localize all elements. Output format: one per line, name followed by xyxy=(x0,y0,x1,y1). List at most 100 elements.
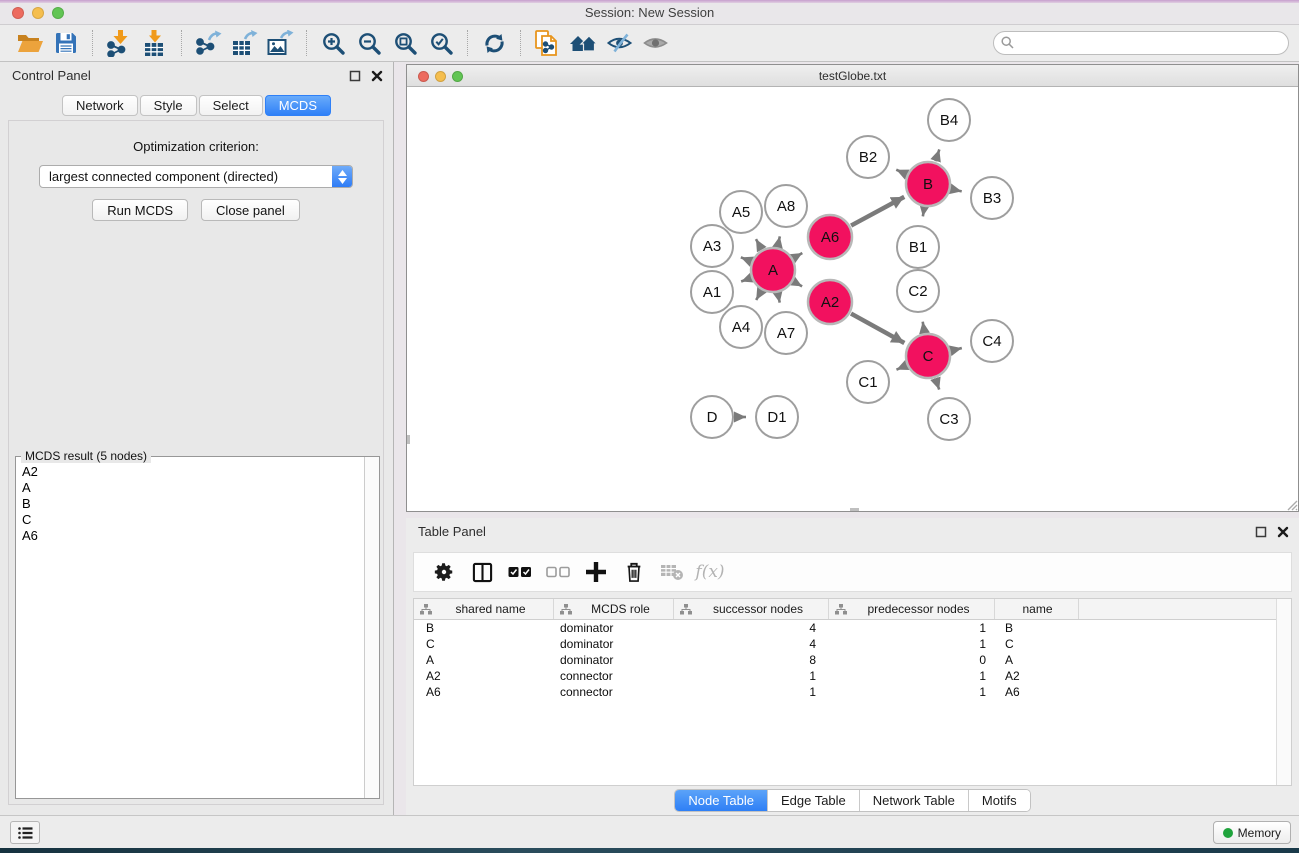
mcds-result-item[interactable]: A xyxy=(22,480,363,496)
graph-edge-A6-B[interactable] xyxy=(851,197,904,226)
table-cell[interactable]: A6 xyxy=(995,684,1079,700)
table-row[interactable]: Cdominator41C xyxy=(414,636,1291,652)
table-cell[interactable]: 1 xyxy=(674,684,829,700)
graph-edge-B-B4[interactable] xyxy=(935,149,939,161)
mcds-result-item[interactable]: A6 xyxy=(22,528,363,544)
float-panel-icon[interactable] xyxy=(349,70,361,82)
refresh-icon[interactable] xyxy=(476,28,512,58)
import-table-icon[interactable] xyxy=(137,28,173,58)
table-cell[interactable]: 4 xyxy=(674,636,829,652)
zoom-fit-icon[interactable] xyxy=(387,28,423,58)
graph-node-C3[interactable]: C3 xyxy=(928,398,970,440)
mcds-result-item[interactable]: A2 xyxy=(22,464,363,480)
table-row[interactable]: A6connector11A6 xyxy=(414,684,1291,700)
table-cell[interactable]: 1 xyxy=(829,620,995,636)
mcds-result-item[interactable]: B xyxy=(22,496,363,512)
table-cell[interactable]: A2 xyxy=(995,668,1079,684)
table-cell[interactable]: 4 xyxy=(674,620,829,636)
graph-node-A1[interactable]: A1 xyxy=(691,271,733,313)
graph-node-A3[interactable]: A3 xyxy=(691,225,733,267)
graph-node-A4[interactable]: A4 xyxy=(720,306,762,348)
graph-edge-C-C3[interactable] xyxy=(936,379,940,390)
table-cell[interactable]: A xyxy=(414,652,554,668)
graph-edge-A-A8[interactable] xyxy=(778,236,780,246)
table-cell[interactable]: C xyxy=(995,636,1079,652)
tab-style[interactable]: Style xyxy=(140,95,197,116)
tab-select[interactable]: Select xyxy=(199,95,263,116)
graph-edge-B-B1[interactable] xyxy=(923,208,924,217)
close-table-panel-icon[interactable] xyxy=(1277,526,1289,538)
tab-network[interactable]: Network xyxy=(62,95,138,116)
search-input[interactable] xyxy=(993,31,1289,55)
graph-node-A2[interactable]: A2 xyxy=(808,280,852,324)
table-scrollbar[interactable] xyxy=(1276,599,1291,785)
function-builder-icon[interactable]: f(x) xyxy=(694,557,726,587)
zoom-out-icon[interactable] xyxy=(351,28,387,58)
table-cell[interactable]: 1 xyxy=(674,668,829,684)
table-cell[interactable]: A2 xyxy=(414,668,554,684)
export-table-icon[interactable] xyxy=(226,28,262,58)
table-cell[interactable]: 0 xyxy=(829,652,995,668)
table-cell[interactable]: dominator xyxy=(554,652,674,668)
result-scrollbar[interactable] xyxy=(364,457,379,798)
graph-node-C1[interactable]: C1 xyxy=(847,361,889,403)
import-network-icon[interactable] xyxy=(101,28,137,58)
table-cell[interactable]: C xyxy=(414,636,554,652)
table-row[interactable]: Bdominator41B xyxy=(414,620,1291,636)
float-table-panel-icon[interactable] xyxy=(1255,526,1267,538)
table-row[interactable]: A2connector11A2 xyxy=(414,668,1291,684)
graph-node-A8[interactable]: A8 xyxy=(765,185,807,227)
graph-node-A[interactable]: A xyxy=(751,248,795,292)
graph-edge-A-A2[interactable] xyxy=(794,282,802,287)
table-cell[interactable]: 8 xyxy=(674,652,829,668)
criterion-dropdown[interactable]: largest connected component (directed) xyxy=(39,165,353,188)
column-header-name[interactable]: name xyxy=(995,599,1079,619)
graph-edge-A-A7[interactable] xyxy=(778,294,780,303)
tab-motifs[interactable]: Motifs xyxy=(969,790,1030,811)
settings-gear-icon[interactable] xyxy=(428,557,460,587)
resize-grip[interactable] xyxy=(1284,497,1298,511)
delete-icon[interactable] xyxy=(618,557,650,587)
tab-edge-table[interactable]: Edge Table xyxy=(768,790,860,811)
task-list-button[interactable] xyxy=(10,821,40,844)
graph-node-B4[interactable]: B4 xyxy=(928,99,970,141)
table-cell[interactable]: connector xyxy=(554,684,674,700)
mcds-result-item[interactable]: C xyxy=(22,512,363,528)
run-mcds-button[interactable]: Run MCDS xyxy=(92,199,188,221)
tab-mcds[interactable]: MCDS xyxy=(265,95,331,116)
open-file-icon[interactable] xyxy=(12,28,48,58)
graph-node-A7[interactable]: A7 xyxy=(765,312,807,354)
close-panel-icon[interactable] xyxy=(371,70,383,82)
table-cell[interactable]: 1 xyxy=(829,668,995,684)
delete-table-icon[interactable] xyxy=(656,557,688,587)
deselect-all-icon[interactable] xyxy=(542,557,574,587)
select-all-icon[interactable] xyxy=(504,557,536,587)
export-image-icon[interactable] xyxy=(262,28,298,58)
table-cell[interactable]: B xyxy=(995,620,1079,636)
table-cell[interactable]: A6 xyxy=(414,684,554,700)
graph-edge-A-A3[interactable] xyxy=(741,257,751,261)
graph-node-C4[interactable]: C4 xyxy=(971,320,1013,362)
column-header-predecessor-nodes[interactable]: predecessor nodes xyxy=(829,599,995,619)
graph-node-A6[interactable]: A6 xyxy=(808,215,852,259)
column-header-MCDS-role[interactable]: MCDS role xyxy=(554,599,674,619)
graph-edge-C-C1[interactable] xyxy=(896,366,906,370)
memory-button[interactable]: Memory xyxy=(1213,821,1291,844)
graph-edge-B-B3[interactable] xyxy=(951,189,961,191)
homes-icon[interactable] xyxy=(565,28,601,58)
add-icon[interactable] xyxy=(580,557,612,587)
graph-edge-C-C4[interactable] xyxy=(951,348,961,350)
tab-node-table[interactable]: Node Table xyxy=(675,790,768,811)
graph-node-D1[interactable]: D1 xyxy=(756,396,798,438)
show-column-icon[interactable] xyxy=(466,557,498,587)
graph-edge-A-A1[interactable] xyxy=(741,278,750,281)
export-network-icon[interactable] xyxy=(190,28,226,58)
table-cell[interactable]: 1 xyxy=(829,684,995,700)
column-header-successor-nodes[interactable]: successor nodes xyxy=(674,599,829,619)
graph-edge-A-A6[interactable] xyxy=(794,253,803,258)
graph-node-C2[interactable]: C2 xyxy=(897,270,939,312)
table-cell[interactable]: B xyxy=(414,620,554,636)
graph-edge-C-C2[interactable] xyxy=(923,322,925,333)
eye-icon[interactable] xyxy=(637,28,673,58)
graph-node-A5[interactable]: A5 xyxy=(720,191,762,233)
